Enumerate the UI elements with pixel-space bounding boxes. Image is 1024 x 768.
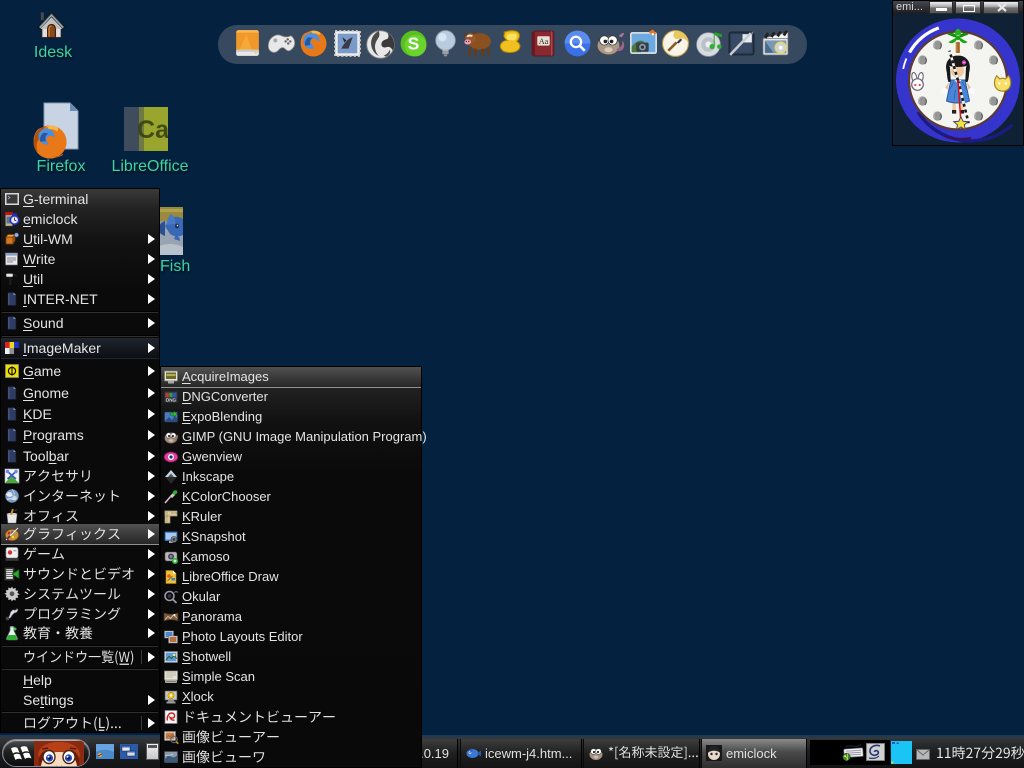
svg-text:Aa: Aa bbox=[539, 37, 549, 46]
svg-text:S: S bbox=[408, 34, 420, 54]
svg-text:Ca: Ca bbox=[137, 116, 168, 144]
svg-text:DNG: DNG bbox=[166, 398, 176, 403]
